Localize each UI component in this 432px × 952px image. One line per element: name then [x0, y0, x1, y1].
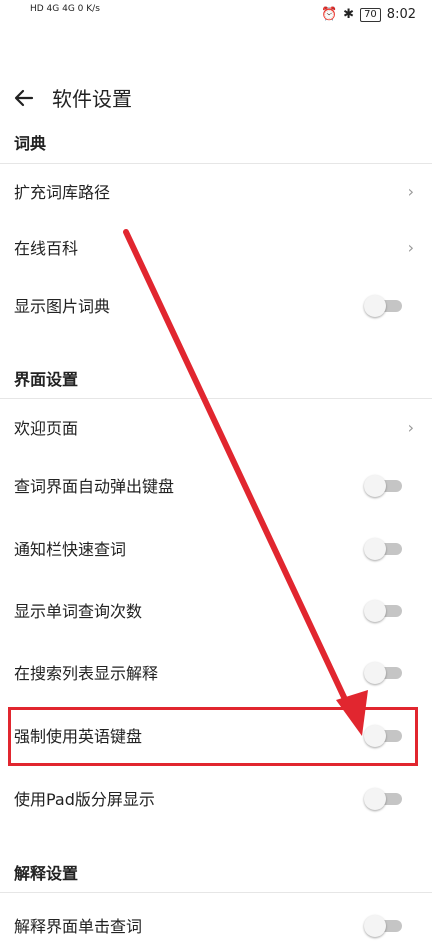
row-welcome-page[interactable]: 欢迎页面 › — [0, 400, 432, 454]
status-network-text: HD 4G 4G 0 K/s — [30, 4, 100, 14]
row-tap-lookup[interactable]: 解释界面单击查词 — [0, 898, 432, 952]
row-label: 在搜索列表显示解释 — [14, 664, 159, 683]
toggle-switch[interactable] — [364, 295, 404, 317]
section-title-dictionary: 词典 — [14, 134, 47, 153]
app-bar: 软件设置 — [0, 32, 432, 111]
row-online-wiki[interactable]: 在线百科 › — [0, 220, 432, 274]
row-label: 扩充词库路径 — [14, 183, 111, 202]
row-label: 通知栏快速查词 — [14, 540, 127, 559]
row-auto-keyboard[interactable]: 查词界面自动弹出键盘 — [0, 458, 432, 512]
toggle-switch[interactable] — [364, 662, 404, 684]
status-right: ⏰ ✱ 70 8:02 — [321, 7, 416, 22]
status-time: 8:02 — [386, 7, 416, 22]
row-notify-lookup[interactable]: 通知栏快速查词 — [0, 521, 432, 575]
row-label: 显示单词查询次数 — [14, 602, 143, 621]
battery-icon: 70 — [360, 7, 381, 22]
row-label: 使用Pad版分屏显示 — [14, 790, 155, 809]
chevron-right-icon: › — [407, 237, 414, 257]
chevron-right-icon: › — [407, 417, 414, 437]
status-bar: HD 4G 4G 0 K/s ⏰ ✱ 70 8:02 — [0, 0, 432, 32]
status-left: HD 4G 4G 0 K/s — [30, 4, 100, 14]
back-arrow-icon[interactable] — [12, 86, 36, 110]
chevron-right-icon: › — [407, 181, 414, 201]
highlight-box — [8, 707, 418, 766]
row-show-image-dict[interactable]: 显示图片词典 — [0, 278, 432, 332]
section-title-explanation: 解释设置 — [14, 864, 79, 883]
row-label: 欢迎页面 — [14, 419, 79, 438]
divider — [0, 892, 432, 893]
row-label: 显示图片词典 — [14, 297, 111, 316]
toggle-switch[interactable] — [364, 600, 404, 622]
row-label: 在线百科 — [14, 239, 79, 258]
section-title-interface: 界面设置 — [14, 370, 79, 389]
toggle-switch[interactable] — [364, 475, 404, 497]
divider — [0, 398, 432, 399]
bluetooth-icon: ✱ — [343, 7, 355, 22]
row-expand-path[interactable]: 扩充词库路径 › — [0, 164, 432, 218]
toggle-switch[interactable] — [364, 915, 404, 937]
row-show-count[interactable]: 显示单词查询次数 — [0, 583, 432, 637]
toggle-switch[interactable] — [364, 788, 404, 810]
alarm-icon: ⏰ — [320, 7, 338, 22]
row-pad-split[interactable]: 使用Pad版分屏显示 — [0, 771, 432, 825]
row-label: 查词界面自动弹出键盘 — [14, 477, 175, 496]
toggle-switch[interactable] — [364, 538, 404, 560]
row-label: 解释界面单击查词 — [14, 917, 143, 936]
row-show-explain[interactable]: 在搜索列表显示解释 — [0, 645, 432, 699]
page-title: 软件设置 — [52, 87, 132, 111]
